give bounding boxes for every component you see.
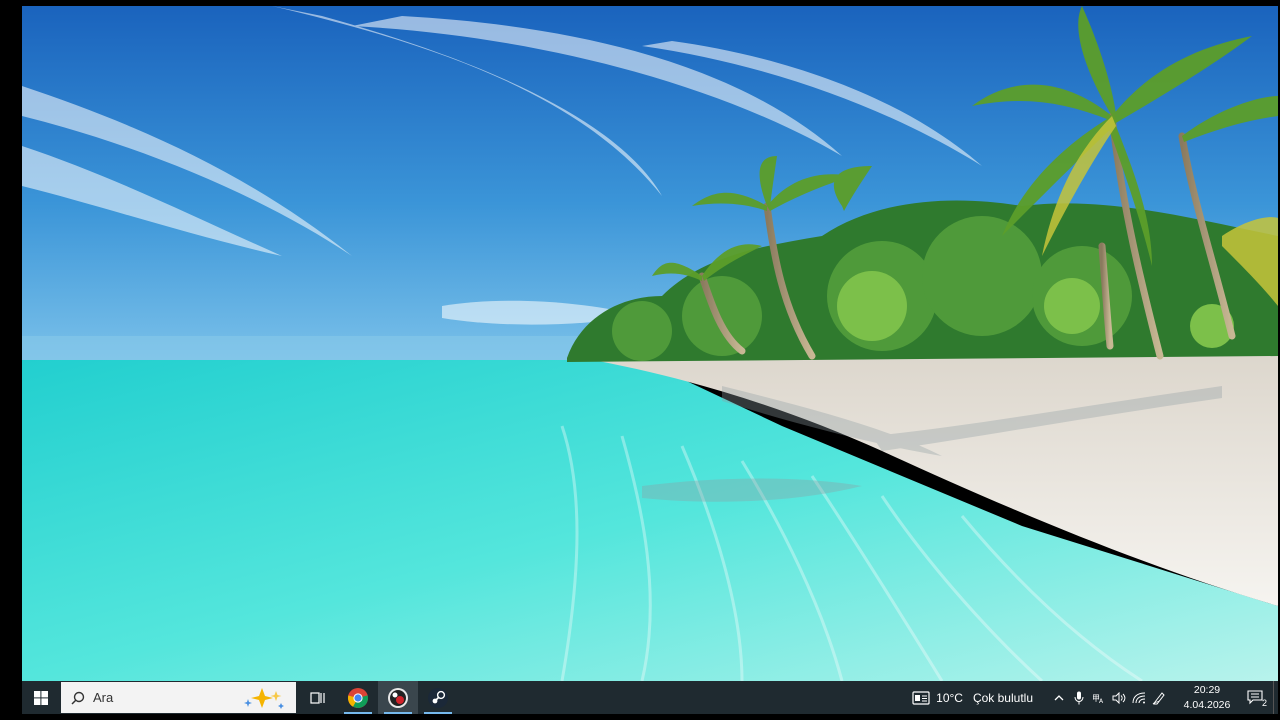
speaker-icon <box>1112 691 1126 704</box>
pen-tray-button[interactable] <box>1149 681 1169 714</box>
chevron-up-icon <box>1054 694 1064 700</box>
keyboard-language-icon: 甲 A <box>1092 694 1104 704</box>
start-button[interactable] <box>22 681 60 714</box>
search-icon <box>71 691 85 705</box>
taskbar-app-steam[interactable] <box>418 681 458 714</box>
network-tray-button[interactable] <box>1129 681 1149 714</box>
windows-logo-icon <box>34 690 48 705</box>
chrome-icon <box>347 687 369 708</box>
taskbar-app-chrome[interactable] <box>338 681 378 714</box>
taskbar-app-active[interactable] <box>378 681 418 714</box>
show-hidden-icons-button[interactable] <box>1049 681 1069 714</box>
weather-condition: Çok bulutlu <box>972 690 1033 705</box>
clock-date: 4.04.2026 <box>1183 698 1231 711</box>
app-circle-icon <box>388 687 408 708</box>
microphone-tray-button[interactable] <box>1069 681 1089 714</box>
clock-time: 20:29 <box>1193 683 1221 696</box>
weather-temperature: 10°C <box>936 690 963 705</box>
search-placeholder: Ara <box>93 690 114 705</box>
show-desktop-button[interactable] <box>1273 681 1278 714</box>
task-view-button[interactable] <box>298 681 338 714</box>
task-view-icon <box>310 691 325 704</box>
notification-icon <box>1247 690 1263 705</box>
search-highlight-sparkle-icon <box>244 688 284 709</box>
taskbar: Ara 10°C Çok bulutlu 甲 A 20:29 4.04.2026… <box>22 681 1278 714</box>
notification-count: 2 <box>1261 698 1267 708</box>
volume-tray-button[interactable] <box>1109 681 1129 714</box>
weather-news-icon <box>912 690 930 705</box>
weather-widget[interactable]: 10°C Çok bulutlu <box>912 691 1033 705</box>
search-box[interactable]: Ara <box>61 682 296 713</box>
language-tray-button[interactable]: 甲 A <box>1089 681 1109 714</box>
pen-workspace-icon <box>1152 691 1165 704</box>
svg-text:A: A <box>1099 698 1104 704</box>
system-tray: 10°C Çok bulutlu 甲 A 20:29 4.04.2026 2 <box>912 681 1278 714</box>
wifi-icon <box>1132 692 1146 703</box>
steam-icon <box>428 687 448 708</box>
desktop[interactable] <box>22 6 1278 681</box>
microphone-icon <box>1074 691 1084 704</box>
screen-bezel-bottom <box>0 714 1280 720</box>
beach-wallpaper <box>22 6 1278 681</box>
clock[interactable]: 20:29 4.04.2026 <box>1177 683 1237 713</box>
screen-bezel-left <box>0 0 22 720</box>
notification-center-button[interactable]: 2 <box>1237 681 1273 714</box>
